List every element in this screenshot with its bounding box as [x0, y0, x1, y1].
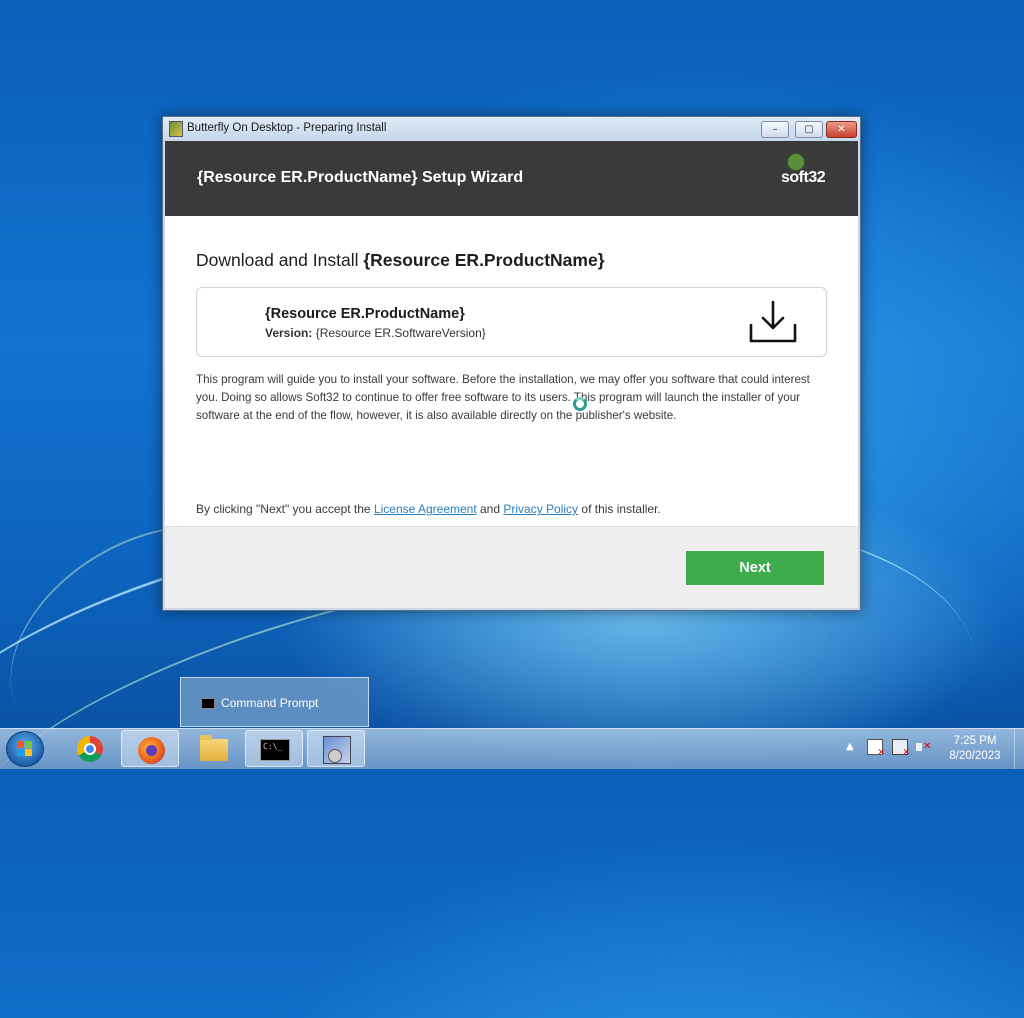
taskbar-command-prompt[interactable]: C:\_ — [245, 730, 303, 767]
minimize-button[interactable]: – — [761, 121, 789, 138]
consent-text: By clicking "Next" you accept the Licens… — [196, 502, 661, 516]
taskbar-explorer[interactable] — [184, 730, 242, 767]
maximize-button[interactable]: ▢ — [795, 121, 823, 138]
show-desktop-button[interactable] — [1014, 729, 1024, 769]
installer-window: Butterfly On Desktop - Preparing Install… — [162, 116, 861, 611]
command-prompt-icon: C:\_ — [260, 739, 290, 761]
clock-date: 8/20/2023 — [949, 750, 1001, 762]
explorer-folder-icon — [200, 735, 228, 761]
wizard-footer: Next — [165, 526, 858, 608]
license-agreement-link[interactable]: License Agreement — [374, 502, 477, 516]
consent-prefix: By clicking "Next" you accept the — [196, 502, 374, 516]
show-hidden-icons-button[interactable]: ▲ — [846, 741, 854, 752]
wizard-title: {Resource ER.ProductName} Setup Wizard — [197, 169, 524, 186]
action-center-icon[interactable] — [867, 739, 885, 758]
privacy-policy-link[interactable]: Privacy Policy — [503, 502, 578, 516]
taskbar-firefox[interactable] — [121, 730, 179, 767]
taskbar-preview-command-prompt[interactable]: Command Prompt — [180, 677, 369, 727]
start-button[interactable] — [6, 731, 44, 767]
consent-suffix: of this installer. — [578, 502, 661, 516]
clock-time: 7:25 PM — [953, 735, 997, 747]
consent-and: and — [476, 502, 504, 516]
taskbar: C:\_ ▲ 7:25 PM 8/20/2023 — [0, 728, 1024, 769]
section-title: Download and Install {Resource ER.Produc… — [196, 250, 605, 271]
soft32-logo: soft32 — [777, 153, 833, 193]
install-description: This program will guide you to install y… — [196, 373, 810, 422]
installer-icon — [323, 736, 351, 764]
section-title-prefix: Download and Install — [196, 250, 364, 270]
network-icon[interactable] — [892, 739, 910, 758]
download-icon — [749, 300, 797, 343]
chrome-icon — [77, 736, 103, 762]
windows-logo-icon — [17, 741, 33, 757]
command-prompt-icon — [201, 698, 215, 709]
section-title-product: {Resource ER.ProductName} — [363, 250, 605, 270]
taskbar-installer[interactable] — [307, 730, 365, 767]
loading-spinner-icon — [573, 397, 587, 411]
product-name: {Resource ER.ProductName} — [265, 306, 465, 322]
version-value: {Resource ER.SoftwareVersion} — [312, 326, 486, 340]
firefox-icon — [138, 737, 165, 764]
product-card: {Resource ER.ProductName} Version: {Reso… — [196, 287, 827, 357]
wizard-header: {Resource ER.ProductName} Setup Wizard s… — [165, 141, 858, 216]
soft32-logo-text: soft32 — [781, 169, 826, 186]
close-button[interactable]: ✕ — [826, 121, 857, 138]
volume-muted-icon[interactable] — [915, 739, 931, 755]
taskbar-clock[interactable]: 7:25 PM 8/20/2023 — [940, 734, 1010, 764]
product-version: Version: {Resource ER.SoftwareVersion} — [265, 326, 486, 340]
installer-app-icon — [169, 121, 183, 137]
window-title: Butterfly On Desktop - Preparing Install — [187, 122, 387, 134]
next-button[interactable]: Next — [686, 551, 824, 585]
taskbar-chrome[interactable] — [60, 730, 118, 767]
wizard-content: {Resource ER.ProductName} Setup Wizard s… — [165, 141, 858, 608]
version-label: Version: — [265, 326, 313, 340]
preview-label: Command Prompt — [221, 696, 319, 710]
window-titlebar[interactable]: Butterfly On Desktop - Preparing Install… — [163, 117, 860, 141]
